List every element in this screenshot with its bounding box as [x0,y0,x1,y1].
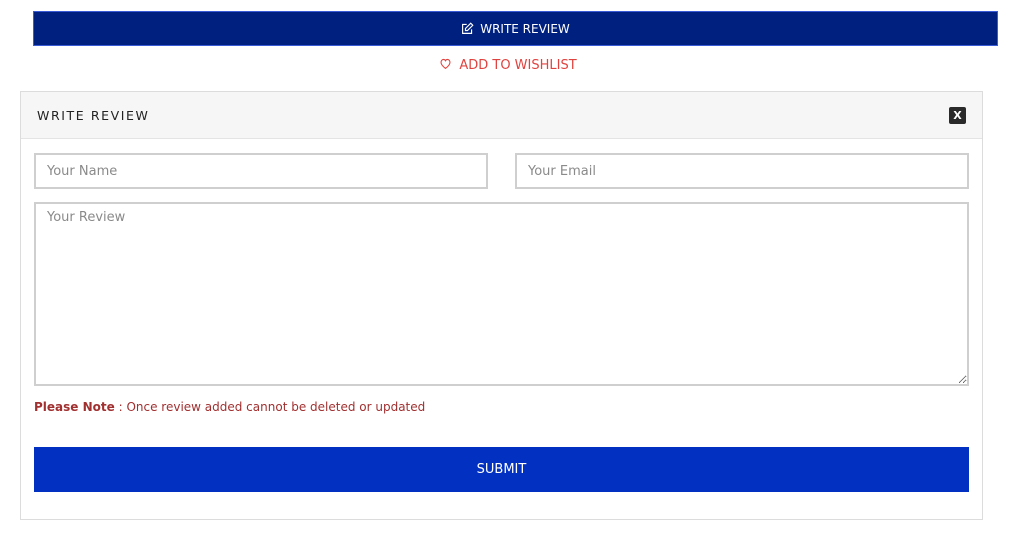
review-textarea[interactable] [34,202,969,386]
review-panel-title: WRITE REVIEW [37,107,150,123]
email-input[interactable] [515,153,969,189]
submit-button[interactable]: SUBMIT [34,447,969,492]
review-note-text: : Once review added cannot be deleted or… [114,400,426,414]
add-to-wishlist-link[interactable]: ADD TO WISHLIST [0,55,1016,75]
review-panel-header: WRITE REVIEW X [21,92,982,139]
review-note: Please Note : Once review added cannot b… [34,400,425,414]
heart-outline-icon [439,57,453,71]
name-input[interactable] [34,153,488,189]
add-to-wishlist-label: ADD TO WISHLIST [459,57,577,73]
write-review-button[interactable]: WRITE REVIEW [33,11,998,46]
edit-icon [461,21,475,36]
review-panel: WRITE REVIEW X Please Note : Once review… [20,91,983,520]
close-button[interactable]: X [949,106,966,124]
review-note-label: Please Note [34,400,115,414]
write-review-button-label: WRITE REVIEW [480,21,570,36]
